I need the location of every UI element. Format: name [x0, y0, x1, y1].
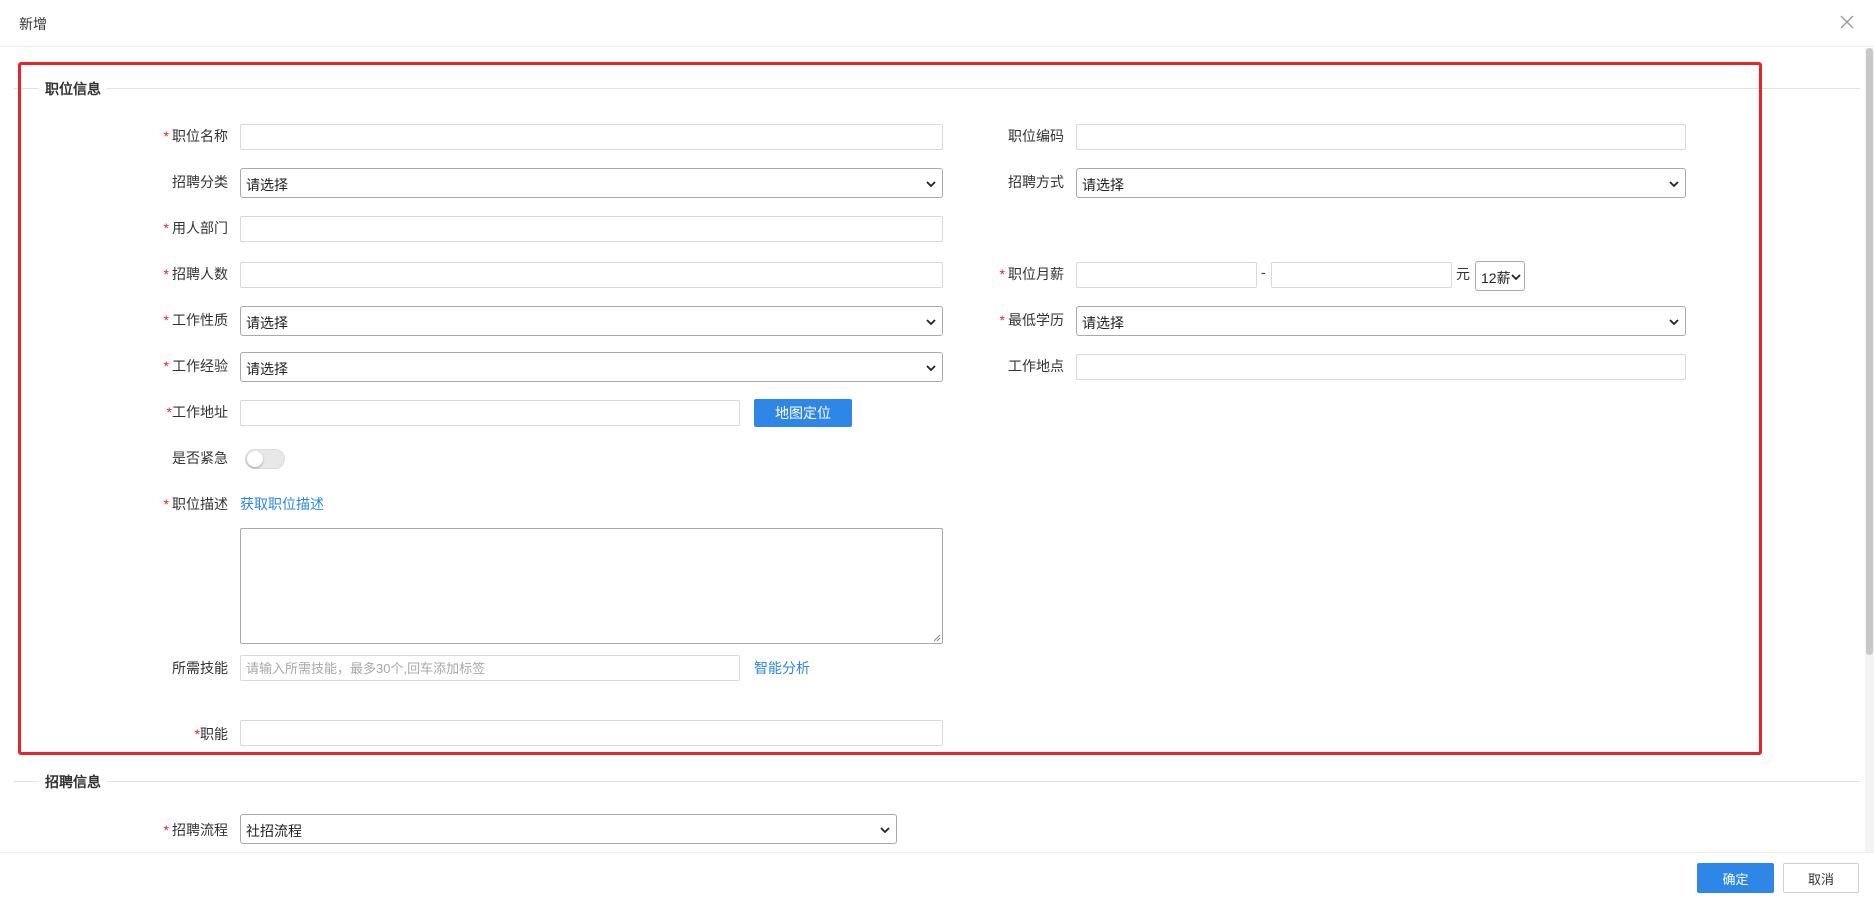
dialog-title: 新增: [19, 16, 47, 32]
confirm-button[interactable]: 确定: [1697, 863, 1774, 893]
highlight-annotation-box: [18, 62, 1762, 755]
cancel-button[interactable]: 取消: [1783, 863, 1859, 893]
section-divider: [14, 781, 1860, 782]
dialog-footer: 确定 取消: [0, 852, 1874, 900]
vertical-scrollbar[interactable]: [1865, 48, 1874, 852]
add-dialog: 新增 职位信息 * 职位名称 职位编码 招聘分类 请选择 招聘方式 请选择 * 用人…: [0, 0, 1874, 900]
recruit-process-label: * 招聘流程: [163, 822, 228, 838]
dialog-header: 新增: [0, 0, 1874, 47]
scrollbar-thumb[interactable]: [1866, 48, 1873, 655]
recruit-process-select[interactable]: 社招流程: [240, 814, 897, 844]
section-title-recruit: 招聘信息: [39, 772, 107, 792]
chevron-down-icon: [880, 827, 890, 834]
close-icon[interactable]: [1838, 13, 1856, 31]
